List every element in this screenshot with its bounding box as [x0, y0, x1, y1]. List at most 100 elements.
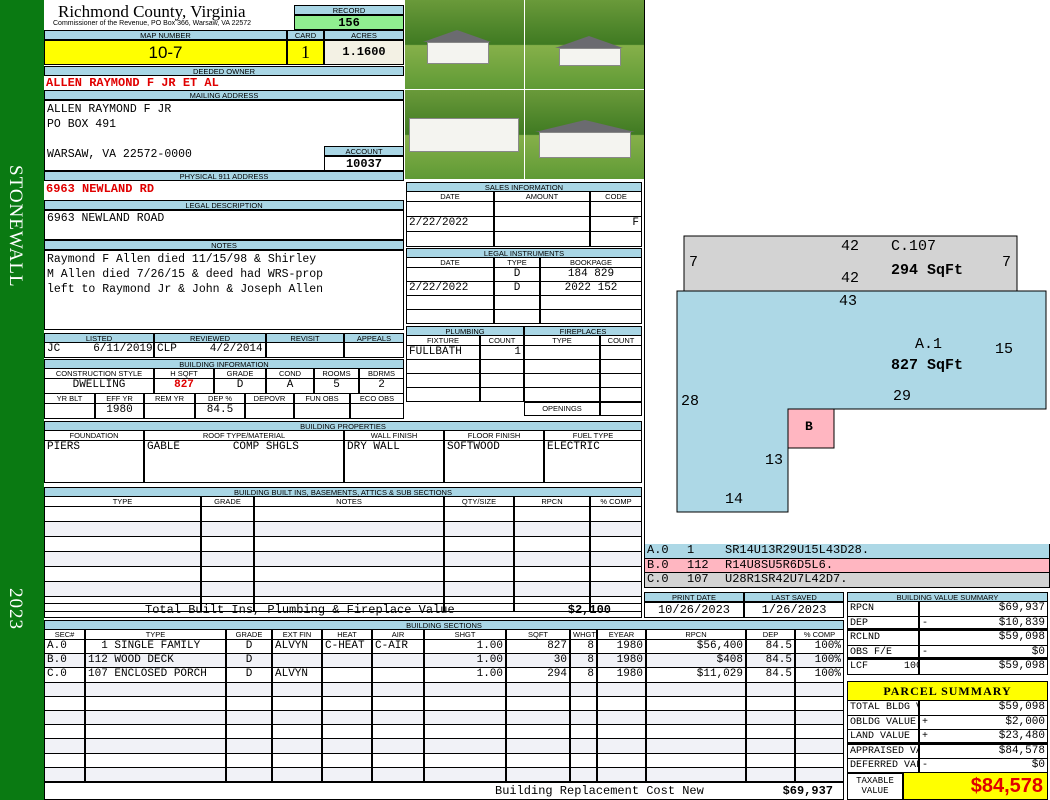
table-row: DWELLING 827 D A 5 2: [44, 379, 404, 394]
table-cell: [600, 388, 642, 402]
print-date-label: PRINT DATE: [644, 592, 744, 602]
table-cell: 184 829: [540, 268, 642, 282]
column-header: % COMP: [795, 630, 844, 640]
property-photo[interactable]: [525, 90, 644, 179]
table-cell: [746, 710, 795, 726]
table-cell: [44, 753, 85, 768]
table-cell: [406, 388, 480, 402]
table-cell: [524, 374, 600, 388]
notes-label: NOTES: [44, 240, 404, 250]
table-cell: 8: [570, 668, 597, 683]
table-cell: [514, 552, 590, 567]
table-row: [406, 310, 642, 324]
column-header: SEC#: [44, 630, 85, 640]
table-cell: [254, 537, 444, 552]
table-cell: [44, 507, 201, 522]
summary-label: APPRAISED VALUE: [847, 744, 919, 759]
table-cell: DWELLING: [44, 379, 154, 394]
column-header: BDRMS: [359, 369, 404, 379]
table-row: 2/22/2022 D 2022 152: [406, 282, 642, 296]
summary-label: LAND VALUE: [847, 730, 919, 743]
table-cell: [444, 582, 514, 597]
table-cell: [85, 725, 226, 740]
table-cell: [506, 753, 570, 768]
column-header: RPCN: [514, 497, 590, 507]
property-photo[interactable]: [525, 0, 644, 89]
table-cell: [322, 739, 372, 754]
county-title: Richmond County, Virginia: [58, 2, 246, 21]
table-row: [44, 696, 844, 711]
table-row: 1980 84.5: [44, 404, 404, 419]
column-header: GRADE: [201, 497, 254, 507]
summary-label: DEP: [847, 616, 919, 629]
table-cell: [322, 696, 372, 711]
table-cell: [597, 753, 646, 768]
table-cell: [85, 696, 226, 711]
table-cell: [444, 567, 514, 582]
sketch-vector-row: A.0 1 SR14U13R29U15L43D28.: [644, 544, 1050, 559]
building-properties-label: BUILDING PROPERTIES: [44, 421, 642, 431]
table-row: [44, 537, 642, 552]
table-cell: [372, 753, 424, 768]
table-cell: [322, 654, 372, 669]
table-cell: [597, 710, 646, 726]
column-header: COUNT: [600, 336, 642, 346]
table-cell: [406, 202, 494, 217]
summary-row: OBS F/E - $0: [847, 645, 1048, 660]
column-header: CODE: [590, 192, 642, 202]
table-cell: [424, 682, 506, 697]
vector-code: 1: [687, 543, 695, 557]
table-cell: [406, 232, 494, 247]
table-cell: [272, 654, 322, 669]
table-cell: [494, 310, 540, 324]
table-cell: ELECTRIC: [544, 441, 642, 483]
fireplaces-label: FIREPLACES: [524, 326, 642, 336]
replacement-cost-row: Building Replacement Cost New $69,937: [44, 782, 844, 800]
sketch-vector-row: B.0 112 R14U8SU5R6D5L6.: [644, 558, 1050, 573]
table-cell: [406, 310, 494, 324]
mailing-line: PO BOX 491: [47, 118, 117, 131]
table-cell: [506, 725, 570, 740]
table-row: FULLBATH 1: [406, 346, 524, 360]
table-row: [406, 388, 524, 402]
table-cell: D: [494, 282, 540, 296]
card-label: CARD: [287, 30, 324, 40]
table-cell: [506, 739, 570, 754]
property-photo[interactable]: [405, 90, 524, 179]
table-cell: [372, 668, 424, 683]
property-photo[interactable]: [405, 0, 524, 89]
table-cell: 2022 152: [540, 282, 642, 296]
table-cell: $408: [646, 654, 746, 669]
table-row: C.0 107 ENCLOSED PORCH D ALVYN 1.00 294 8 1980 $…: [44, 668, 844, 683]
table-cell: [570, 682, 597, 697]
summary-label: LCF 100%: [847, 660, 919, 675]
legal-description: 6963 NEWLAND ROAD: [44, 210, 404, 240]
table-row: [406, 374, 524, 388]
district-sidebar: STONEWALL 2023: [0, 0, 44, 800]
summary-label: OBLDG VALUE: [847, 715, 919, 730]
table-cell: [590, 507, 642, 522]
column-header: DEP %: [195, 394, 245, 404]
table-row: [406, 232, 642, 247]
table-cell: 1.00: [424, 640, 506, 655]
county-subtitle: Commissioner of the Revenue, PO Box 366,…: [53, 20, 252, 27]
column-header: DATE: [406, 258, 494, 268]
table-cell: [444, 552, 514, 567]
table-cell: [424, 753, 506, 768]
account-label: ACCOUNT: [324, 146, 404, 156]
column-header: FOUNDATION: [44, 431, 144, 441]
column-header: DEP: [746, 630, 795, 640]
table-cell: [795, 682, 844, 697]
table-cell: [372, 654, 424, 669]
table-row: [406, 202, 642, 217]
table-cell: [322, 668, 372, 683]
column-header: NOTES: [254, 497, 444, 507]
summary-sign: -: [919, 645, 948, 658]
table-body: [44, 507, 642, 612]
table-cell: 1.00: [424, 668, 506, 683]
building-sketch[interactable]: 42 42 7 7 C.107 294 SqFt 43 A.1 827 SqFt…: [644, 0, 1050, 545]
summary-value: $59,098: [948, 660, 1048, 675]
column-header: AMOUNT: [494, 192, 590, 202]
table-row: [44, 582, 642, 597]
summary-value: $2,000: [948, 715, 1048, 730]
